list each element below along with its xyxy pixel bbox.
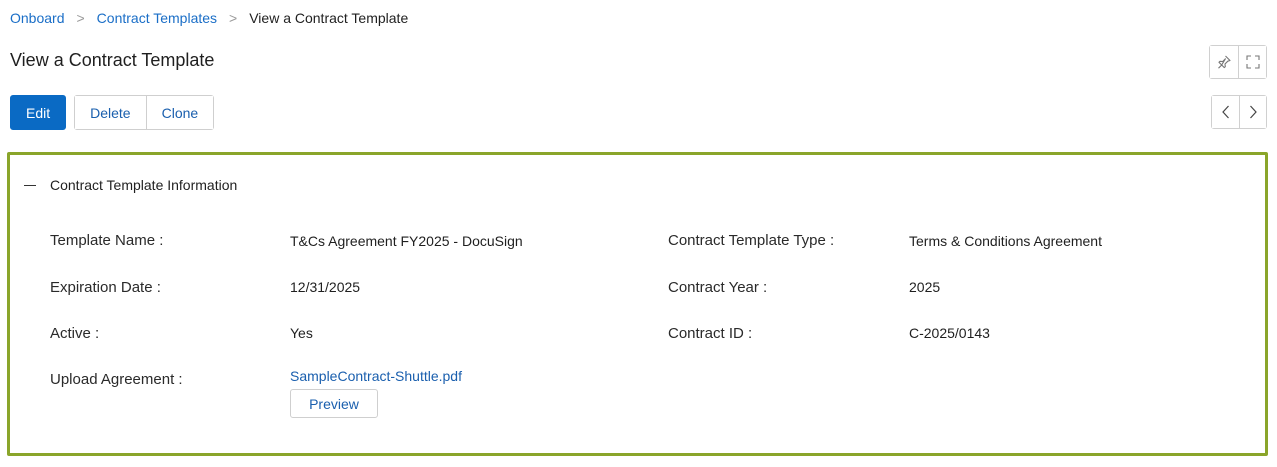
view-controls: [1209, 45, 1267, 79]
contract-template-type-label: Contract Template Type :: [668, 232, 835, 249]
contract-year-label: Contract Year :: [668, 279, 768, 296]
fullscreen-button[interactable]: [1238, 46, 1266, 78]
section-header[interactable]: Contract Template Information: [24, 177, 237, 193]
edit-button[interactable]: Edit: [10, 95, 67, 130]
contract-template-type-value: Terms & Conditions Agreement: [909, 233, 1102, 249]
breadcrumb-contract-templates[interactable]: Contract Templates: [97, 10, 217, 26]
breadcrumb-separator: >: [76, 10, 85, 26]
collapse-icon: [24, 184, 36, 186]
expiration-date-label: Expiration Date :: [50, 279, 161, 296]
contract-id-value: C-2025/0143: [909, 325, 990, 341]
previous-record-button[interactable]: [1212, 96, 1239, 128]
preview-button[interactable]: Preview: [290, 389, 378, 418]
section-title: Contract Template Information: [50, 177, 238, 193]
delete-button[interactable]: Delete: [75, 96, 146, 129]
active-label: Active :: [50, 325, 100, 342]
contract-template-information-panel: Contract Template Information Template N…: [7, 152, 1268, 456]
pin-button[interactable]: [1210, 46, 1238, 78]
record-navigation: [1211, 95, 1267, 129]
breadcrumb-onboard[interactable]: Onboard: [10, 10, 64, 26]
chevron-left-icon: [1221, 105, 1229, 119]
next-record-button[interactable]: [1239, 96, 1266, 128]
active-value: Yes: [290, 325, 313, 341]
contract-year-value: 2025: [909, 279, 941, 295]
agreement-file-link[interactable]: SampleContract-Shuttle.pdf: [290, 368, 462, 384]
contract-id-label: Contract ID :: [668, 325, 753, 342]
expiration-date-value: 12/31/2025: [290, 279, 361, 295]
upload-agreement-label: Upload Agreement :: [50, 371, 183, 388]
template-name-label: Template Name :: [50, 232, 164, 249]
record-actions: Edit Delete Clone: [10, 95, 215, 130]
page-title: View a Contract Template: [10, 50, 215, 70]
fullscreen-icon: [1245, 55, 1260, 69]
chevron-right-icon: [1250, 105, 1257, 119]
pin-icon: [1218, 55, 1231, 69]
template-name-value: T&Cs Agreement FY2025 - DocuSign: [290, 233, 523, 249]
breadcrumb: Onboard > Contract Templates > View a Co…: [10, 10, 408, 26]
secondary-actions: Delete Clone: [74, 95, 215, 130]
clone-button[interactable]: Clone: [145, 96, 214, 129]
breadcrumb-separator: >: [229, 10, 238, 26]
breadcrumb-current: View a Contract Template: [249, 10, 409, 26]
